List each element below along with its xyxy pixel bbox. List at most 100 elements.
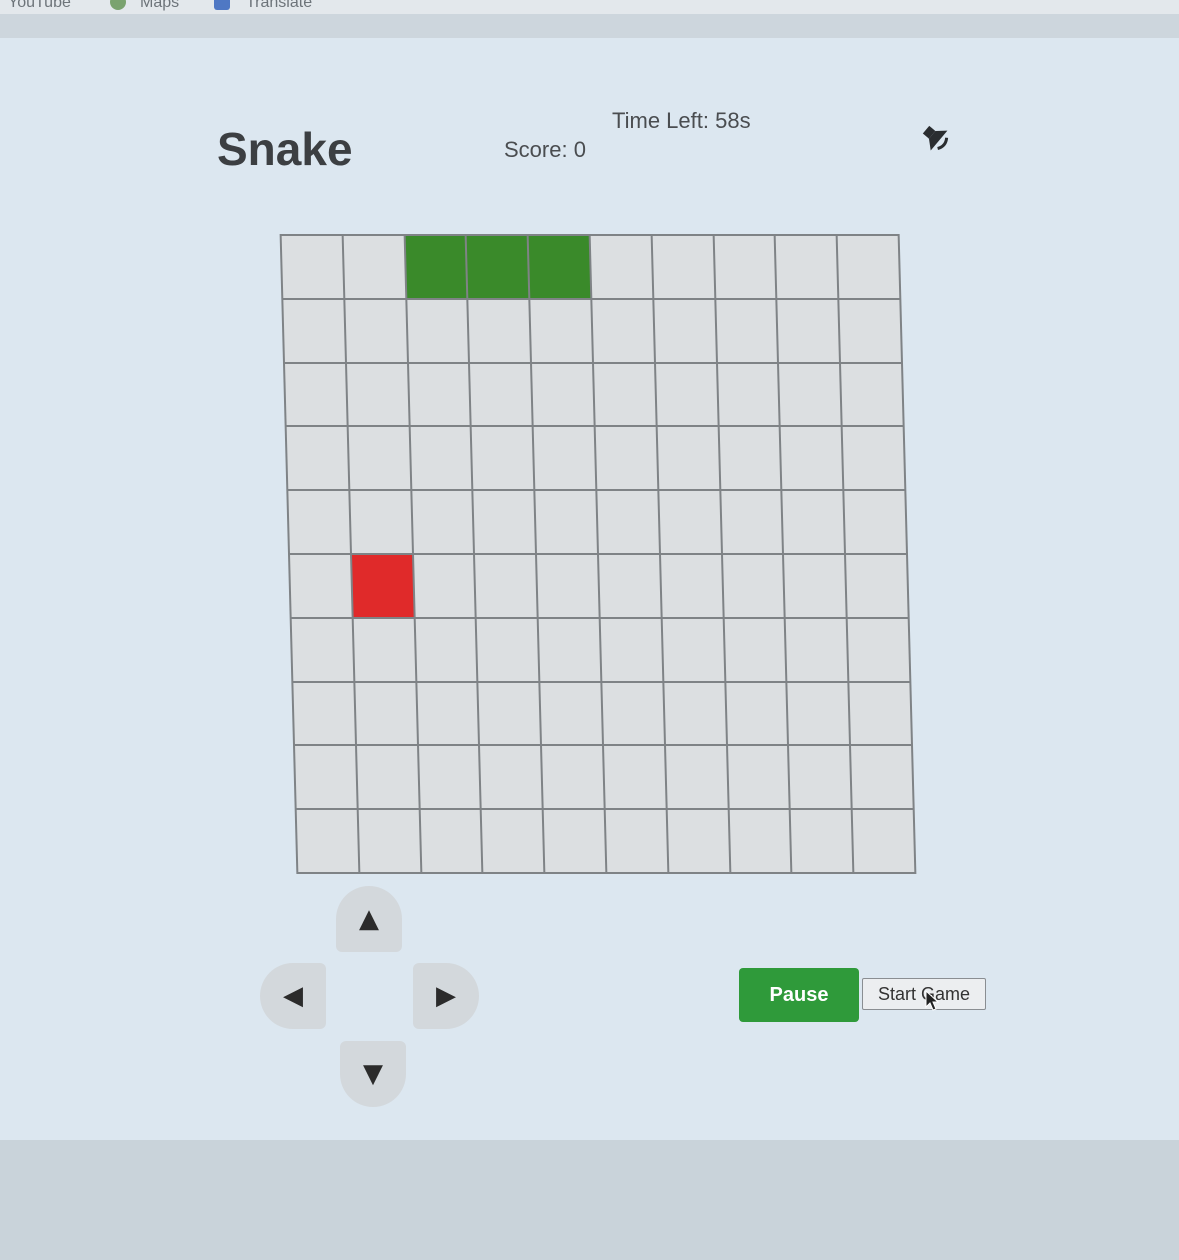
time-left-display: Time Left: 58s	[612, 108, 751, 133]
grid-cell	[288, 491, 350, 553]
grid-cell	[605, 810, 668, 872]
left-arrow-icon: ◀	[283, 981, 303, 1011]
grid-cell	[659, 491, 721, 553]
snake-segment	[528, 236, 591, 298]
grid-cell	[478, 682, 541, 745]
grid-cell	[849, 682, 911, 745]
mouse-cursor-icon	[925, 990, 939, 1011]
grid-cell	[786, 618, 848, 681]
grid-cell	[468, 299, 531, 362]
score-display: Score: 0	[504, 137, 586, 162]
browser-toolbar-strip	[0, 14, 1179, 38]
grid-cell	[727, 746, 790, 809]
grid-cell	[281, 236, 344, 298]
snake-segment	[467, 236, 529, 298]
grid-cell	[724, 618, 786, 681]
grid-cell	[350, 491, 412, 553]
right-arrow-icon: ▶	[436, 981, 456, 1011]
grid-cell	[781, 427, 843, 490]
start-game-button[interactable]: Start Game	[862, 978, 986, 1010]
grid-cell	[839, 299, 901, 362]
left-arrow-button[interactable]: ◀	[260, 963, 326, 1029]
grid-cell	[665, 746, 728, 809]
grid-cell	[411, 491, 474, 553]
grid-cell	[293, 682, 355, 745]
grid-cell	[662, 618, 724, 681]
grid-cell	[540, 682, 602, 745]
grid-cell	[413, 554, 476, 617]
pause-button[interactable]: Pause	[739, 968, 859, 1022]
grid-cell	[482, 810, 544, 872]
game-board	[279, 234, 917, 874]
grid-cell	[532, 363, 594, 426]
grid-cell	[408, 363, 471, 426]
grid-cell	[530, 299, 592, 362]
grid-cell	[406, 299, 469, 362]
grid-cell	[470, 363, 532, 426]
grid-cell	[416, 682, 479, 745]
grid-cell	[660, 554, 723, 617]
grid-cell	[542, 746, 604, 809]
grid-cell	[720, 491, 783, 553]
grid-cell	[852, 810, 915, 872]
grid-cell	[715, 299, 778, 362]
grid-cell	[714, 236, 776, 298]
grid-cell	[725, 682, 788, 745]
up-arrow-icon: ▲	[359, 904, 379, 934]
grid-cell	[652, 236, 714, 298]
grid-cell	[593, 363, 656, 426]
grid-cell	[410, 427, 472, 490]
grid-cell	[295, 746, 357, 809]
grid-cell	[604, 746, 666, 809]
grid-cell	[538, 618, 601, 681]
grid-cell	[657, 427, 719, 490]
grid-cell	[842, 427, 905, 490]
bookmark-maps[interactable]: Maps	[140, 0, 179, 12]
grid-cell	[346, 363, 409, 426]
grid-cell	[846, 554, 908, 617]
grid-cell	[655, 363, 718, 426]
grid-cell	[285, 363, 347, 426]
grid-cell	[717, 363, 780, 426]
snake-segment	[405, 236, 467, 298]
grid-cell	[477, 618, 539, 681]
grid-cell	[286, 427, 349, 490]
game-title: Snake	[217, 123, 353, 175]
grid-cell	[777, 299, 840, 362]
right-arrow-button[interactable]: ▶	[413, 963, 479, 1029]
grid-cell	[283, 299, 345, 362]
grid-cell	[847, 618, 910, 681]
grid-cell	[791, 810, 853, 872]
grid-cell	[358, 810, 420, 872]
grid-cell	[535, 491, 597, 553]
grid-cell	[787, 682, 850, 745]
grid-cell	[782, 491, 845, 553]
grid-cell	[420, 810, 482, 872]
sound-button[interactable]	[914, 116, 958, 160]
grid-cell	[776, 236, 838, 298]
grid-cell	[356, 746, 419, 809]
down-arrow-icon: ▼	[363, 1059, 383, 1089]
grid-cell	[779, 363, 841, 426]
bookmark-translate[interactable]: Translate	[246, 0, 312, 12]
grid-cell	[789, 746, 851, 809]
translate-icon	[214, 0, 230, 10]
grid-cell	[353, 618, 415, 681]
page-bottom-area	[0, 1140, 1179, 1260]
down-arrow-button[interactable]: ▼	[340, 1041, 406, 1107]
grid-cell	[602, 682, 664, 745]
grid-cell	[415, 618, 477, 681]
grid-cell	[729, 810, 791, 872]
grid-cell	[667, 810, 729, 872]
grid-cell	[472, 427, 534, 490]
grid-cell	[784, 554, 846, 617]
grid-cell	[348, 427, 410, 490]
grid-cell	[355, 682, 417, 745]
grid-cell	[844, 491, 906, 553]
up-arrow-button[interactable]: ▲	[336, 886, 402, 952]
grid-cell	[543, 810, 606, 872]
grid-cell	[418, 746, 481, 809]
bookmark-youtube[interactable]: YouTube	[8, 0, 71, 12]
bookmarks-bar: YouTube Maps Translate	[0, 0, 1179, 14]
grid-cell	[473, 491, 536, 553]
